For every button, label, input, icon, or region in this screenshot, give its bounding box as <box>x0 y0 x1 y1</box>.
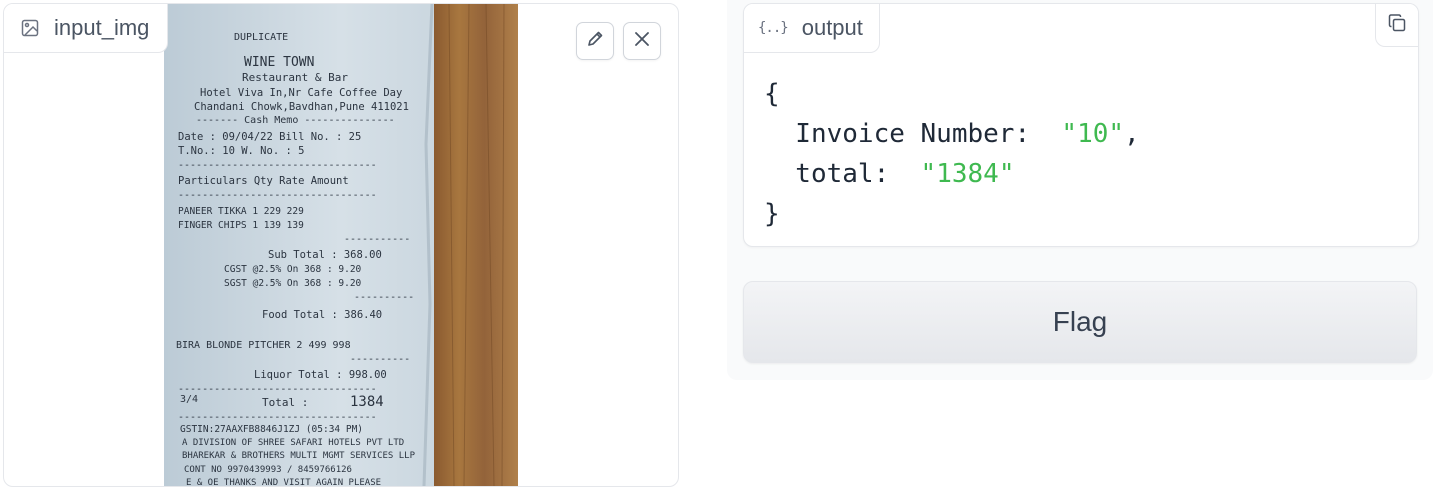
receipt-subtitle: Restaurant & Bar <box>242 71 348 84</box>
pencil-icon <box>586 30 604 53</box>
json-invoice-value: "10" <box>1061 119 1125 149</box>
json-braces-icon: {..} <box>758 20 789 36</box>
edit-button[interactable] <box>576 22 614 60</box>
svg-text:------------------------------: --------------------------------- <box>178 160 377 171</box>
receipt-brothers: BHAREKAR & BROTHERS MULTI MGMT SERVICES … <box>182 451 416 461</box>
receipt-item3: BIRA BLONDE PITCHER 2 499 998 <box>176 340 351 351</box>
json-total-key: total: <box>764 159 921 189</box>
clear-button[interactable] <box>623 22 661 60</box>
json-total-line: total: "1384" <box>764 154 1140 194</box>
json-view: { Invoice Number: "10", total: "1384" } <box>764 74 1140 234</box>
receipt-sgst: SGST @2.5% On 368 : 9.20 <box>224 278 362 289</box>
svg-text:------------------------------: --------------------------------- <box>178 412 377 423</box>
receipt-thanks: E & OE THANKS AND VISIT AGAIN PLEASE <box>186 478 381 486</box>
receipt-gstin: GSTIN:27AAXFB8846J1ZJ (05:34 PM) <box>180 424 363 435</box>
receipt-liquor-total: Liquor Total : 998.00 <box>254 369 387 381</box>
json-comma: , <box>1124 119 1140 149</box>
svg-text:-----------: ----------- <box>344 234 410 245</box>
receipt-item1: PANEER TIKKA 1 229 229 <box>178 206 304 217</box>
receipt-food-total: Food Total : 386.40 <box>262 309 382 321</box>
receipt-total-left: 3/4 <box>180 394 198 405</box>
svg-text:----------: ---------- <box>350 354 410 365</box>
receipt-header-line: Particulars Qty Rate Amount <box>178 175 349 187</box>
json-total-value: "1384" <box>920 159 1015 189</box>
receipt-subtotal: Sub Total : 368.00 <box>268 249 382 261</box>
receipt-photo: DUPLICATE WINE TOWN Restaurant & Bar Hot… <box>164 4 518 486</box>
receipt-contact: CONT NO 9970439993 / 8459766126 <box>184 465 352 475</box>
receipt-duplicate: DUPLICATE <box>234 32 288 43</box>
input-image-block: input_img DUPLICATE WINE TOWN Restaurant… <box>3 3 679 487</box>
receipt-address1: Hotel Viva In,Nr Cafe Coffee Day <box>200 87 402 99</box>
svg-text:----------: ---------- <box>354 292 414 303</box>
output-json-block: {..} output { Invoice Number: "10", tota… <box>743 3 1419 247</box>
svg-text:------------------------------: --------------------------------- <box>178 384 377 395</box>
image-icon <box>20 18 40 38</box>
json-invoice-key: Invoice Number: <box>764 119 1062 149</box>
receipt-item2: FINGER CHIPS 1 139 139 <box>178 220 304 231</box>
receipt-cgst: CGST @2.5% On 368 : 9.20 <box>224 264 362 275</box>
close-icon <box>633 30 651 53</box>
output-label: {..} output <box>744 4 880 53</box>
input-image-label-text: input_img <box>54 15 150 40</box>
receipt-memo: ------- Cash Memo --------------- <box>196 115 395 126</box>
output-label-text: output <box>801 15 863 40</box>
receipt-total-label: Total : <box>262 396 308 409</box>
flag-button[interactable]: Flag <box>743 281 1417 363</box>
copy-icon <box>1387 13 1407 38</box>
receipt-total-value: 1384 <box>350 394 384 410</box>
json-open-brace: { <box>764 79 780 109</box>
copy-button[interactable] <box>1375 4 1418 47</box>
receipt-address2: Chandani Chowk,Bavdhan,Pune 411021 <box>194 101 409 113</box>
receipt-name: WINE TOWN <box>244 55 314 70</box>
svg-text:------------------------------: --------------------------------- <box>178 190 377 201</box>
receipt-tno-line: T.No.: 10 W. No. : 5 <box>178 145 304 157</box>
json-invoice-line: Invoice Number: "10", <box>764 114 1140 154</box>
json-close-brace: } <box>764 199 780 229</box>
input-image-label: input_img <box>4 4 169 53</box>
receipt-date-line: Date : 09/04/22 Bill No. : 25 <box>178 131 361 143</box>
receipt-division: A DIVISION OF SHREE SAFARI HOTELS PVT LT… <box>182 438 404 448</box>
